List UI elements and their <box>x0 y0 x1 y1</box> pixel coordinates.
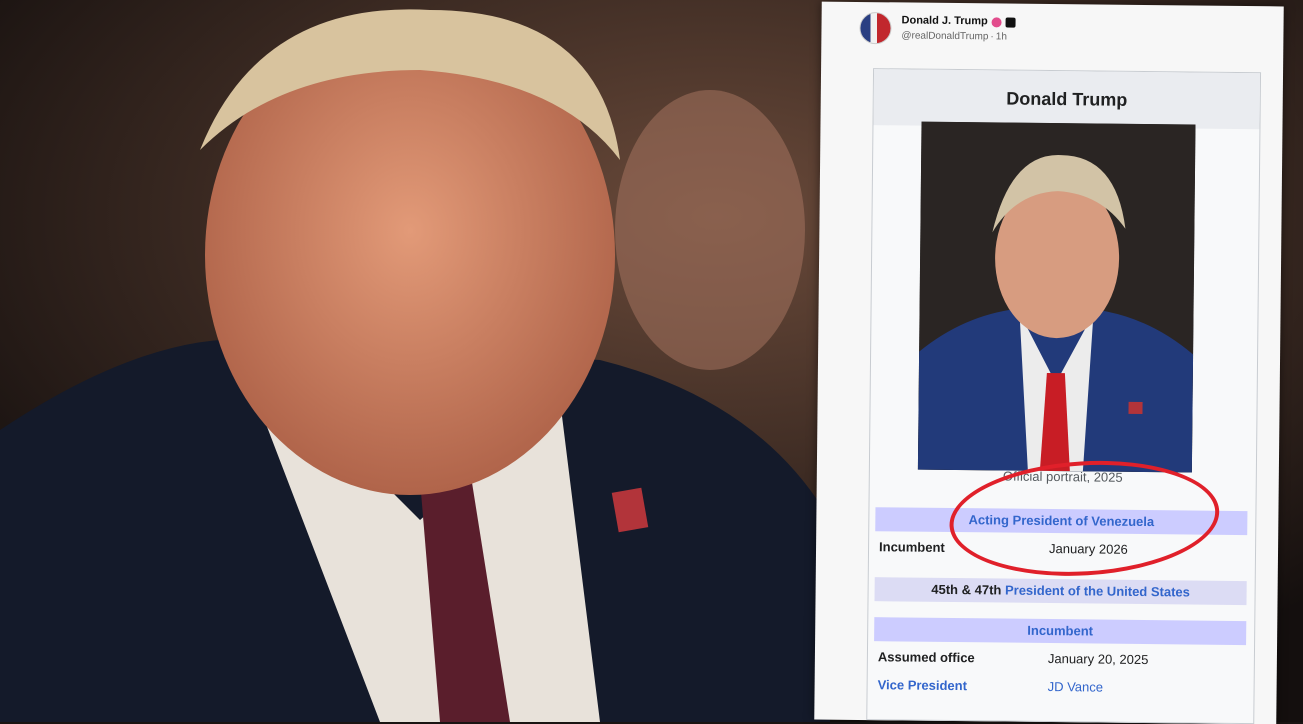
author-handle: @realDonaldTrump · 1h <box>901 30 1007 43</box>
avatar[interactable] <box>859 11 892 45</box>
vice-president-value[interactable]: JD Vance <box>1048 679 1104 695</box>
author-name-text[interactable]: Donald J. Trump <box>901 13 988 29</box>
platform-badge-icon <box>1005 17 1016 28</box>
handle-text[interactable]: @realDonaldTrump <box>901 30 988 42</box>
incumbent-label: Incumbent <box>878 539 945 555</box>
infobox-title: Donald Trump <box>873 69 1261 130</box>
vice-president-label[interactable]: Vice President <box>878 677 968 693</box>
assumed-office-date: January 20, 2025 <box>1047 651 1149 668</box>
post-header: Donald J. Trump @realDonaldTrump · 1h <box>859 6 1016 52</box>
vice-president-row: Vice President JD Vance <box>878 677 1248 694</box>
post-card: Donald J. Trump @realDonaldTrump · 1h Dona… <box>814 1 1284 724</box>
assumed-office-label: Assumed office <box>877 649 975 666</box>
office-link-us-president[interactable]: President of the United States <box>1005 583 1190 600</box>
assumed-office-row: Assumed office January 20, 2025 <box>878 649 1248 667</box>
author-name[interactable]: Donald J. Trump <box>901 13 1016 29</box>
office-ordinal: 45th & 47th <box>931 581 1002 598</box>
post-time: 1h <box>995 31 1007 43</box>
office-header-us: 45th & 47th President of the United Stat… <box>874 577 1247 606</box>
portrait-image <box>917 121 1196 473</box>
verified-badge-icon <box>991 16 1002 27</box>
office-status[interactable]: Incumbent <box>874 617 1247 646</box>
wiki-infobox: Donald Trump Official portrait, 2025 Act… <box>866 68 1262 724</box>
